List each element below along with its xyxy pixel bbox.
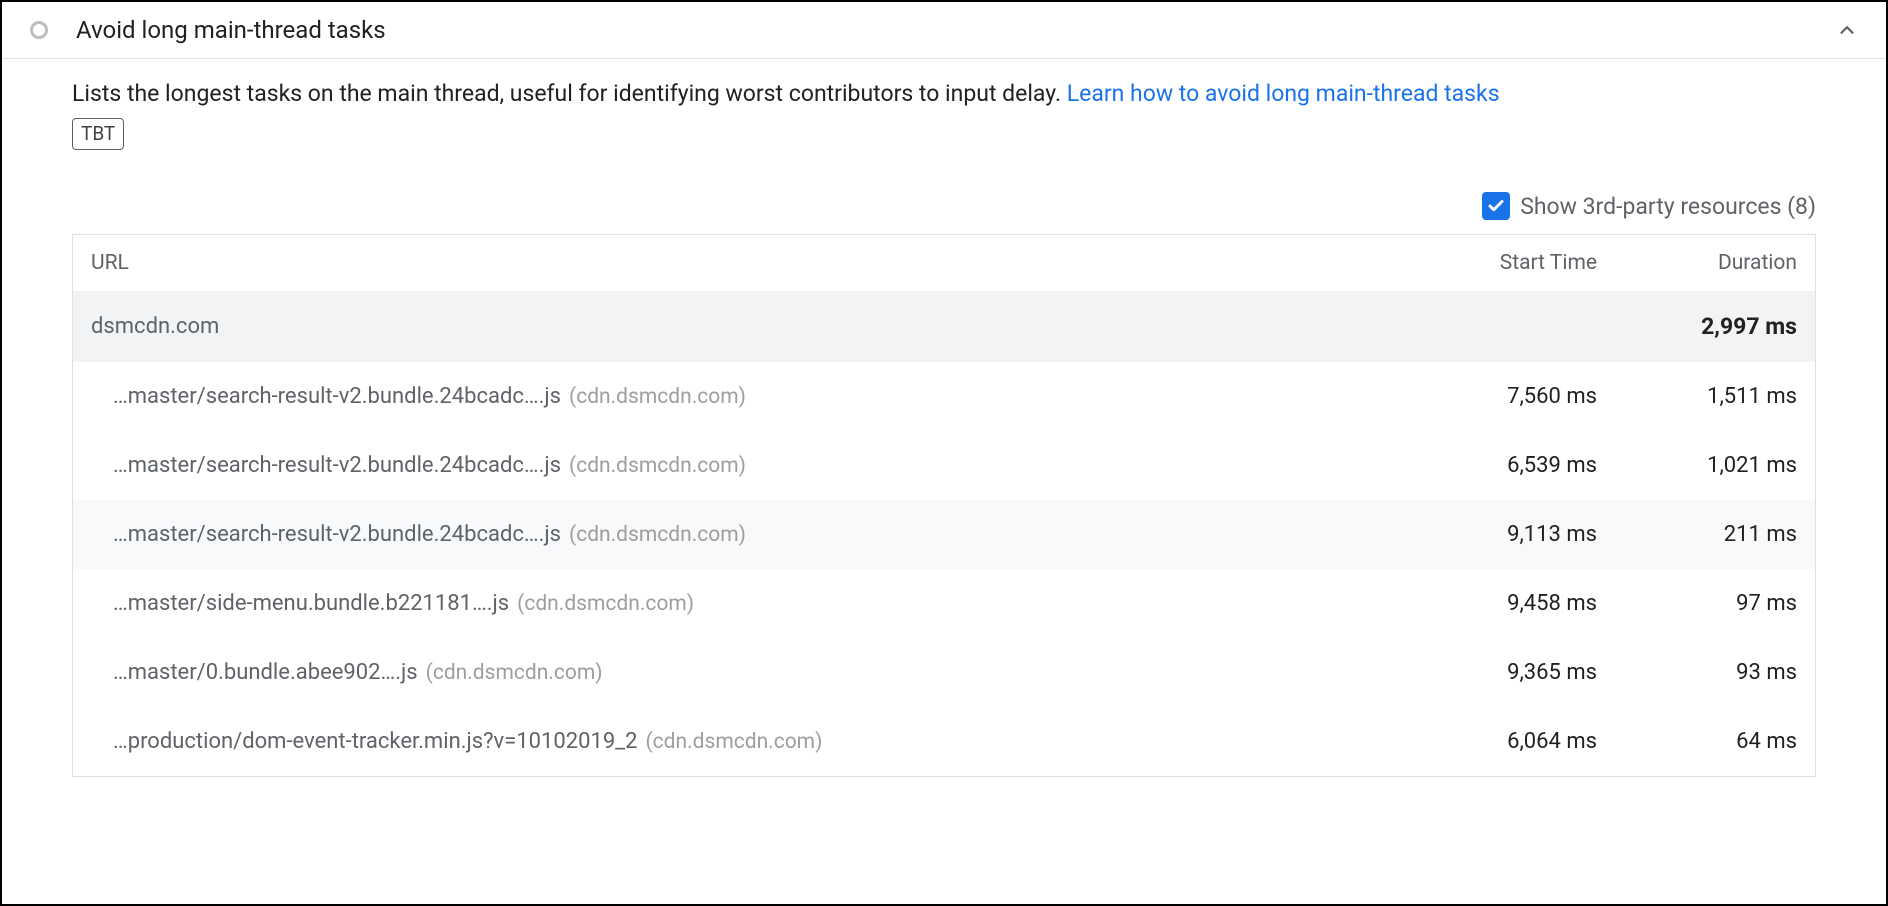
audit-description: Lists the longest tasks on the main thre…: [72, 77, 1816, 150]
table-group-row[interactable]: dsmcdn.com 2,997 ms: [73, 291, 1815, 362]
group-label: dsmcdn.com: [91, 314, 1397, 339]
audit-title: Avoid long main-thread tasks: [76, 16, 1836, 44]
table-row[interactable]: …master/search-result-v2.bundle.24bcadc……: [73, 362, 1815, 431]
table-row[interactable]: …master/search-result-v2.bundle.24bcadc……: [73, 431, 1815, 500]
audit-panel: Avoid long main-thread tasks Lists the l…: [0, 0, 1888, 906]
col-start-time: Start Time: [1397, 251, 1597, 275]
row-url-host: (cdn.dsmcdn.com): [426, 661, 603, 685]
row-url-path: …master/search-result-v2.bundle.24bcadc……: [113, 384, 561, 409]
row-start-time: 7,560 ms: [1397, 384, 1597, 409]
row-start-time: 9,113 ms: [1397, 522, 1597, 547]
row-url-host: (cdn.dsmcdn.com): [569, 523, 746, 547]
row-duration: 1,021 ms: [1597, 453, 1797, 478]
description-text: Lists the longest tasks on the main thre…: [72, 80, 1067, 107]
collapse-button[interactable]: [1836, 19, 1858, 41]
third-party-checkbox[interactable]: [1482, 192, 1510, 220]
audit-header[interactable]: Avoid long main-thread tasks: [2, 2, 1886, 59]
row-duration: 93 ms: [1597, 660, 1797, 685]
row-duration: 211 ms: [1597, 522, 1797, 547]
row-duration: 64 ms: [1597, 729, 1797, 754]
col-url: URL: [91, 251, 1397, 275]
row-url-path: …master/search-result-v2.bundle.24bcadc……: [113, 522, 561, 547]
audit-body: Lists the longest tasks on the main thre…: [2, 59, 1886, 904]
row-url-path: …master/search-result-v2.bundle.24bcadc……: [113, 453, 561, 478]
row-url-path: …production/dom-event-tracker.min.js?v=1…: [113, 729, 637, 754]
row-duration: 1,511 ms: [1597, 384, 1797, 409]
col-duration: Duration: [1597, 251, 1797, 275]
row-duration: 97 ms: [1597, 591, 1797, 616]
checkmark-icon: [1487, 197, 1505, 215]
third-party-label: Show 3rd-party resources (8): [1520, 193, 1816, 220]
tasks-table: URL Start Time Duration dsmcdn.com 2,997…: [72, 234, 1816, 777]
table-header-row: URL Start Time Duration: [73, 235, 1815, 291]
table-row[interactable]: …master/0.bundle.abee902….js (cdn.dsmcdn.…: [73, 638, 1815, 707]
group-total: 2,997 ms: [1597, 313, 1797, 340]
table-row[interactable]: …production/dom-event-tracker.min.js?v=1…: [73, 707, 1815, 776]
learn-more-link[interactable]: Learn how to avoid long main-thread task…: [1067, 80, 1500, 107]
row-url-host: (cdn.dsmcdn.com): [569, 385, 746, 409]
row-url-host: (cdn.dsmcdn.com): [645, 730, 822, 754]
table-row[interactable]: …master/side-menu.bundle.b221181….js (cdn…: [73, 569, 1815, 638]
table-row[interactable]: …master/search-result-v2.bundle.24bcadc……: [73, 500, 1815, 569]
row-url-path: …master/side-menu.bundle.b221181….js: [113, 591, 509, 616]
row-start-time: 9,458 ms: [1397, 591, 1597, 616]
metric-tag: TBT: [72, 118, 124, 151]
row-start-time: 6,064 ms: [1397, 729, 1597, 754]
row-start-time: 9,365 ms: [1397, 660, 1597, 685]
table-controls: Show 3rd-party resources (8): [72, 192, 1816, 220]
chevron-up-icon: [1836, 19, 1858, 41]
row-start-time: 6,539 ms: [1397, 453, 1597, 478]
status-indicator-icon: [30, 21, 48, 39]
row-url-host: (cdn.dsmcdn.com): [569, 454, 746, 478]
row-url-path: …master/0.bundle.abee902….js: [113, 660, 418, 685]
row-url-host: (cdn.dsmcdn.com): [517, 592, 694, 616]
